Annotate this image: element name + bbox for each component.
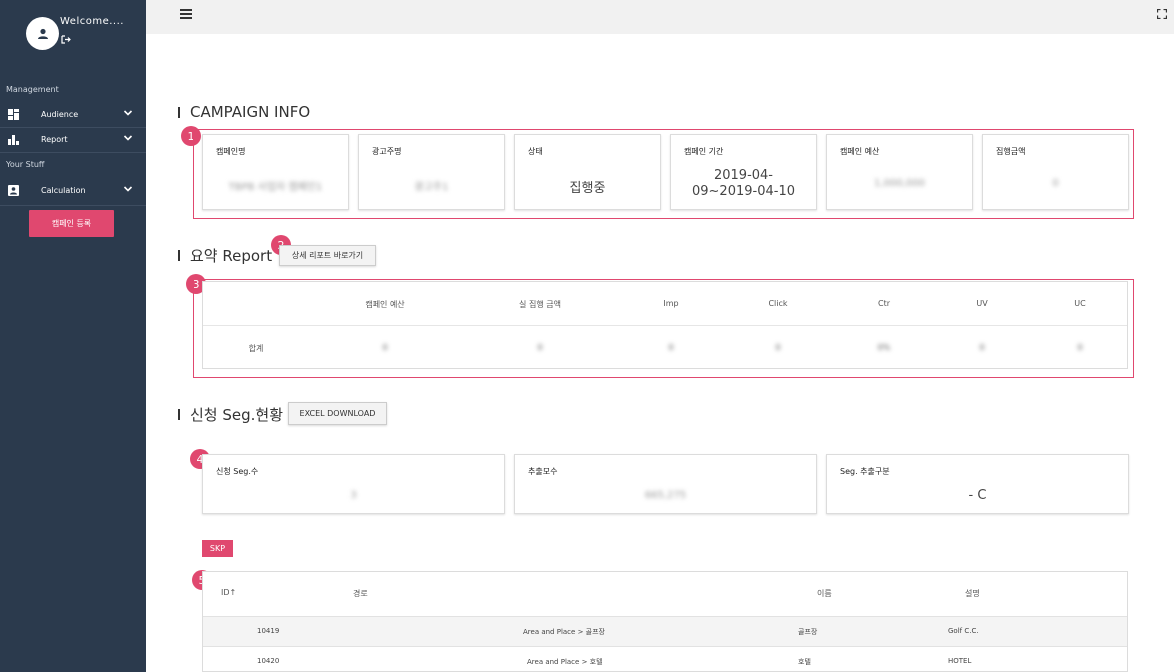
user-icon — [37, 28, 48, 39]
spent-amount-card: 집행금액 0 — [982, 134, 1129, 210]
section-marker — [178, 409, 180, 420]
logout-icon[interactable] — [61, 35, 71, 47]
topbar — [146, 0, 1174, 34]
header-id-label: ID — [221, 588, 230, 597]
fullscreen-icon[interactable] — [1157, 9, 1167, 19]
report-title: 요약 Report — [178, 245, 272, 266]
card-label: 광고주명 — [372, 147, 402, 156]
table-header-desc[interactable]: 설명 — [965, 588, 980, 599]
table-cell-name: 골프장 — [798, 628, 818, 636]
card-label: 캠페인 기간 — [684, 147, 724, 156]
segment-title: 신청 Seg.현황 — [178, 404, 283, 425]
card-value-line2: 09~2019-04-10 — [692, 184, 795, 199]
campaign-info-title: CAMPAIGN INFO — [178, 103, 310, 121]
table-header-imp: Imp — [663, 299, 679, 308]
menu-icon[interactable] — [180, 9, 192, 19]
table-cell-path: Area and Place > 골프장 — [523, 628, 605, 636]
table-cell-id: 10420 — [257, 657, 280, 665]
chevron-down-icon — [123, 186, 133, 192]
card-label: Seg. 추출구분 — [840, 467, 890, 476]
card-value-line1: 2019-04- — [713, 168, 773, 183]
table-cell: 0% — [877, 343, 891, 352]
sidebar-item-audience[interactable]: Audience — [0, 102, 146, 127]
section-marker — [178, 106, 180, 118]
table-header-uv: UV — [976, 299, 988, 308]
management-section-label: Management — [6, 85, 59, 94]
campaign-budget-card: 캠페인 예산 1,000,000 — [826, 134, 973, 210]
account-box-icon — [8, 185, 19, 196]
detail-report-button[interactable]: 상세 리포트 바로가기 — [279, 245, 376, 266]
chevron-down-icon — [123, 135, 133, 141]
card-label: 추출모수 — [528, 467, 558, 476]
table-header-uc: UC — [1074, 299, 1086, 308]
your-stuff-section-label: Your Stuff — [6, 160, 45, 169]
campaign-period-card: 캠페인 기간 2019-04- 09~2019-04-10 — [670, 134, 817, 210]
table-cell-path: Area and Place > 호텔 — [527, 658, 603, 666]
table-row[interactable]: 10420 Area and Place > 호텔 호텔 HOTEL — [203, 646, 1127, 671]
skp-segment-table: ID↑ 경로 이름 설명 10419 Area and Place > 골프장 … — [202, 571, 1128, 672]
card-value: - C — [968, 488, 987, 503]
bar-chart-icon — [8, 135, 19, 145]
sidebar-item-report[interactable]: Report — [0, 127, 146, 152]
card-label: 캠페인 예산 — [840, 147, 880, 156]
table-header-spent: 실 집행 금액 — [519, 300, 561, 309]
sort-ascending-icon: ↑ — [229, 588, 237, 597]
table-cell: 0 — [979, 343, 985, 352]
welcome-text: Welcome.... — [60, 16, 124, 27]
table-cell-desc: Golf C.C. — [948, 627, 979, 635]
sidebar-item-label: Calculation — [41, 186, 86, 195]
table-cell: 0 — [1077, 343, 1083, 352]
card-label: 캠페인명 — [216, 147, 246, 156]
table-header-id[interactable]: ID↑ — [221, 588, 236, 597]
card-value: 1,000,000 — [874, 178, 925, 189]
table-header-name[interactable]: 이름 — [817, 588, 832, 599]
segment-title-text: 신청 Seg.현황 — [190, 406, 284, 424]
card-value: 0 — [1052, 178, 1059, 189]
campaign-name-card: 캠페인명 TBPB 사업자 캠페인1 — [202, 134, 349, 210]
card-value: 광고주1 — [414, 182, 449, 193]
sidebar-item-label: Report — [41, 135, 68, 144]
table-cell: 0 — [382, 343, 388, 352]
chevron-down-icon — [123, 110, 133, 116]
advertiser-name-card: 광고주명 광고주1 — [358, 134, 505, 210]
table-header-ctr: Ctr — [877, 299, 891, 308]
sidebar-divider — [0, 152, 146, 153]
status-card: 상태 집행중 — [514, 134, 661, 210]
table-cell-desc: HOTEL — [948, 657, 972, 665]
sidebar: Welcome.... Management Audience Report Y… — [0, 0, 146, 672]
table-header-click: Click — [768, 299, 788, 308]
dashboard-icon — [8, 109, 19, 120]
table-cell: 0 — [537, 343, 543, 352]
table-divider — [203, 325, 1127, 326]
campaign-info-title-text: CAMPAIGN INFO — [190, 103, 311, 121]
card-label: 신청 Seg.수 — [216, 467, 259, 476]
summary-report-table: 캠페인 예산 실 집행 금액 Imp Click Ctr UV UC 합계 0 … — [202, 281, 1128, 369]
extraction-population-card: 추출모수 665,275 — [514, 454, 817, 514]
user-avatar[interactable] — [26, 17, 59, 50]
card-value: 3 — [350, 490, 357, 501]
register-campaign-button[interactable]: 캠페인 등록 — [29, 210, 114, 237]
table-header-path[interactable]: 경로 — [353, 588, 368, 599]
card-value: 665,275 — [644, 490, 687, 501]
report-title-text: 요약 Report — [190, 247, 273, 265]
card-value: TBPB 사업자 캠페인1 — [228, 182, 323, 193]
table-cell: 0 — [668, 343, 674, 352]
table-cell-id: 10419 — [257, 627, 280, 635]
card-label: 상태 — [528, 147, 543, 156]
table-row[interactable]: 10419 Area and Place > 골프장 골프장 Golf C.C. — [203, 616, 1127, 646]
card-label: 집행금액 — [996, 147, 1026, 156]
excel-download-button[interactable]: EXCEL DOWNLOAD — [288, 402, 387, 425]
skp-tag: SKP — [202, 540, 233, 557]
table-cell-name: 호텔 — [798, 658, 811, 666]
sidebar-item-calculation[interactable]: Calculation — [0, 178, 146, 203]
table-header-budget: 캠페인 예산 — [365, 300, 405, 309]
card-value: 집행중 — [569, 181, 606, 196]
section-marker — [178, 250, 180, 261]
extraction-type-card: Seg. 추출구분 - C — [826, 454, 1129, 514]
table-row-label: 합계 — [248, 344, 264, 353]
sidebar-item-label: Audience — [41, 110, 79, 119]
table-cell: 0 — [775, 343, 781, 352]
sidebar-divider — [0, 205, 146, 206]
segment-count-card: 신청 Seg.수 3 — [202, 454, 505, 514]
